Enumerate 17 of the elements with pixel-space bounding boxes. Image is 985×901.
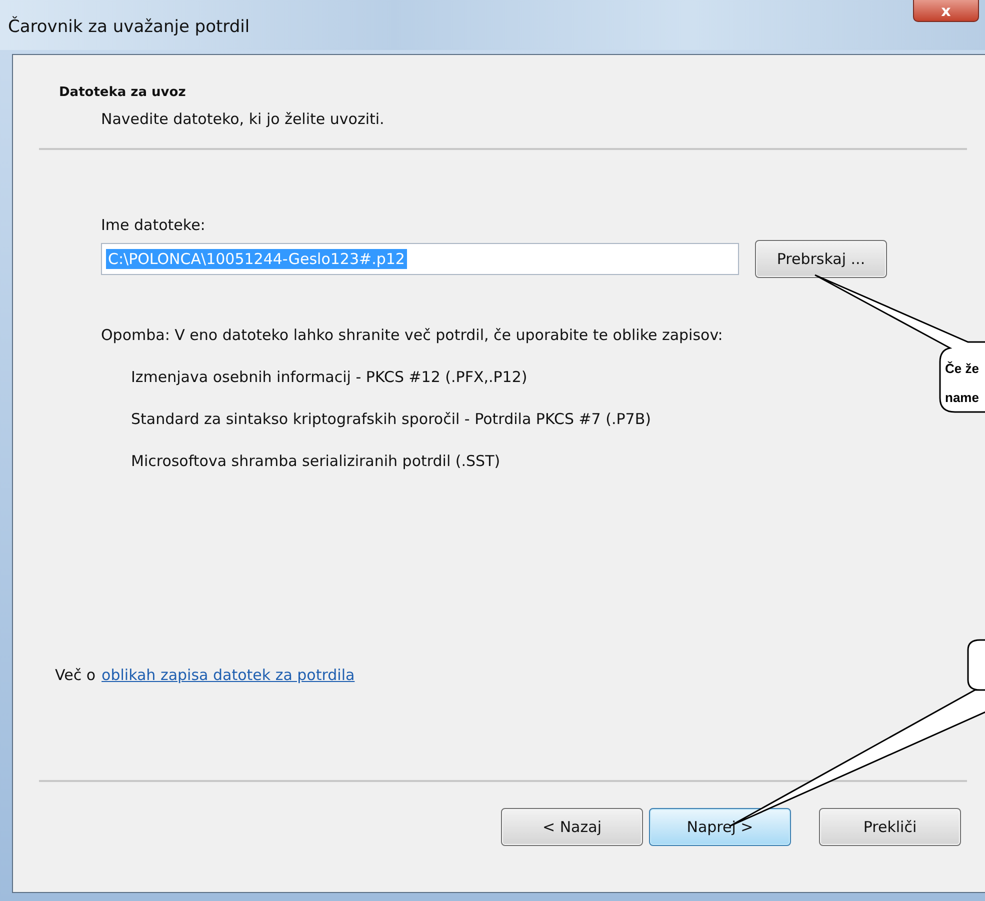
wizard-button[interactable]: Naprej > [649, 808, 791, 846]
browse-button[interactable]: Prebrskaj ... [755, 240, 887, 278]
page-subtitle: Navedite datoteko, ki jo želite uvoziti. [101, 110, 386, 128]
field-value: C:\POLONCA\10051244-Geslo123#.p12 [106, 249, 407, 269]
window-title: Čarovnik za uvažanje potrdil [8, 17, 250, 37]
close-button[interactable]: x [913, 0, 979, 22]
page-title: Datoteka za uvoz [59, 85, 187, 100]
format-item: Standard za sintakso kriptografskih sporočil - Potrdila PKCS #7 (.P7B) [131, 410, 651, 428]
formats-link[interactable]: oblikah zapisa datotek za potrdila [102, 666, 355, 684]
note-text: Opomba: V eno datoteko lahko shranite več potrdil, če uporabite te oblike zapisov: [101, 326, 724, 344]
callout-text: Če že name [945, 360, 979, 407]
wizard-button[interactable]: < Nazaj [501, 808, 643, 846]
more-info-text: Več o [55, 666, 96, 684]
format-item: Izmenjava osebnih informacij - PKCS #12 (.PFX,.P12) [131, 368, 528, 386]
format-item: Microsoftova shramba serializiranih potrdil (.SST) [131, 452, 500, 470]
field-label: Ime datoteke: [101, 216, 206, 234]
wizard-button[interactable]: Prekliči [819, 808, 961, 846]
